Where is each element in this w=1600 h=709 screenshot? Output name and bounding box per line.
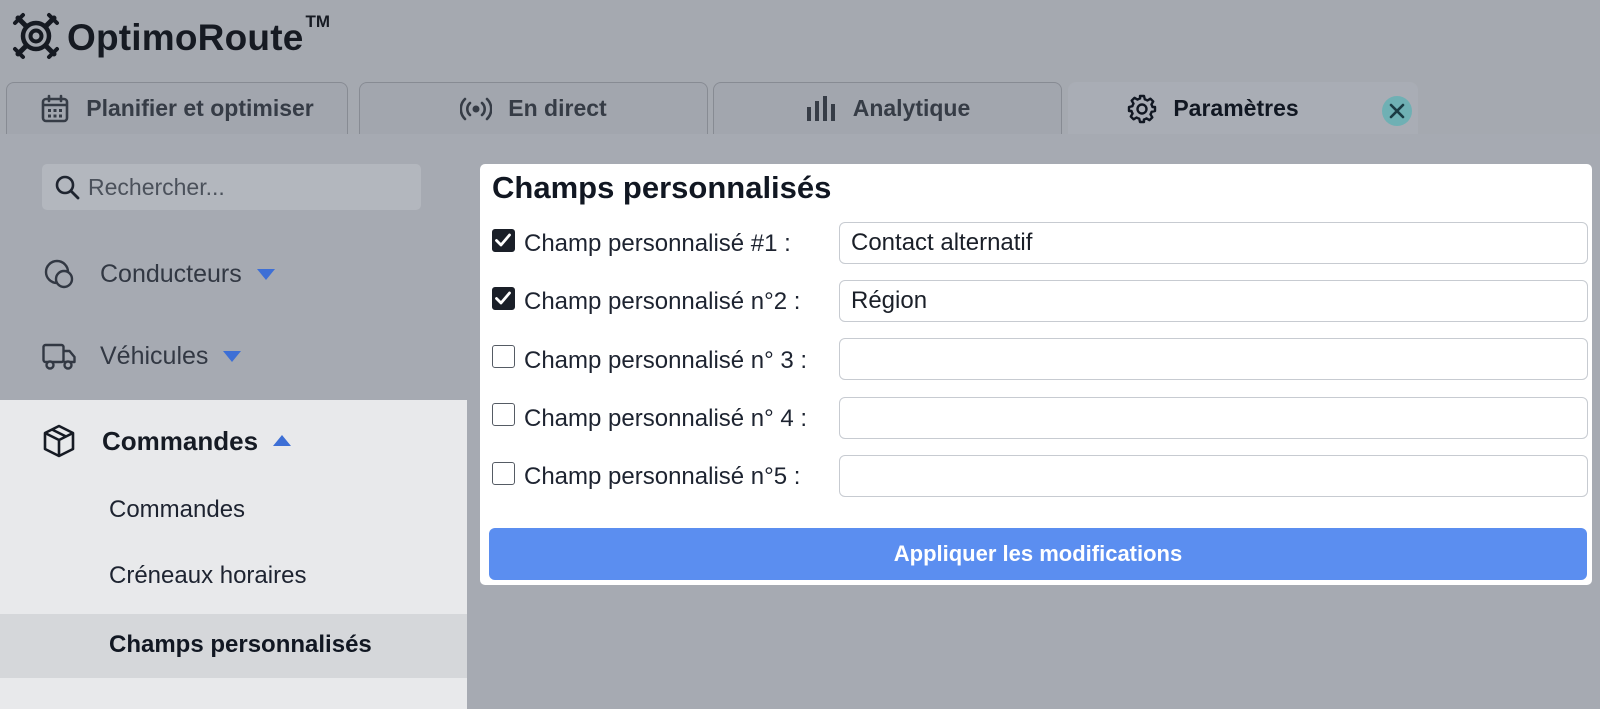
tab-label: Planifier et optimiser xyxy=(86,95,314,121)
field-4-label: Champ personnalisé n° 4 : xyxy=(524,405,808,432)
box-icon xyxy=(43,424,75,458)
field-2-label: Champ personnalisé n°2 : xyxy=(524,288,801,315)
field-4-checkbox[interactable] xyxy=(492,403,515,426)
gear-icon xyxy=(1128,94,1157,123)
tab-parametres[interactable]: Paramètres xyxy=(1068,82,1418,134)
logo-trademark: TM xyxy=(305,12,331,31)
tab-analytique[interactable]: Analytique xyxy=(713,82,1062,134)
app-header: OptimoRoute TM xyxy=(0,0,1600,74)
sidebar-item-label: Commandes xyxy=(102,425,259,456)
close-tab-button[interactable] xyxy=(1382,96,1412,126)
sidebar-subitem-champs-personnalises[interactable]: Champs personnalisés xyxy=(109,631,372,659)
apply-changes-button[interactable]: Appliquer les modifications xyxy=(489,528,1587,580)
field-3-input[interactable] xyxy=(839,338,1588,380)
caret-up-icon xyxy=(273,435,292,446)
field-3-label: Champ personnalisé n° 3 : xyxy=(524,347,808,374)
tab-label: Analytique xyxy=(852,95,971,121)
sidebar-subitem-commandes[interactable]: Commandes xyxy=(109,496,245,524)
field-5-checkbox[interactable] xyxy=(492,462,515,485)
page-title: Champs personnalisés xyxy=(492,170,832,205)
logo-text: OptimoRoute xyxy=(67,17,304,58)
sidebar-search[interactable] xyxy=(42,164,421,210)
broadcast-icon xyxy=(460,97,493,120)
field-2-checkbox[interactable] xyxy=(492,287,515,310)
field-1-checkbox[interactable] xyxy=(492,229,515,252)
close-icon xyxy=(1389,103,1405,119)
sidebar-item-commandes[interactable]: Commandes xyxy=(42,424,292,458)
sidebar-item-label: Conducteurs xyxy=(100,259,242,288)
tab-label: Paramètres xyxy=(1173,95,1299,121)
field-1-input[interactable] xyxy=(839,222,1588,264)
checkmark-icon xyxy=(495,233,511,247)
field-1-label: Champ personnalisé #1 : xyxy=(524,230,791,257)
logo[interactable]: OptimoRoute TM xyxy=(10,10,330,62)
sidebar-item-conducteurs[interactable]: Conducteurs xyxy=(42,257,276,291)
sidebar-subitem-creneaux-horaires[interactable]: Créneaux horaires xyxy=(109,562,306,590)
tab-label: En direct xyxy=(508,95,607,121)
sidebar-item-label: Véhicules xyxy=(100,341,209,370)
drivers-icon xyxy=(44,259,74,289)
tab-en-direct[interactable]: En direct xyxy=(359,82,708,134)
truck-icon xyxy=(42,343,76,370)
field-2-input[interactable] xyxy=(839,280,1588,322)
field-4-input[interactable] xyxy=(839,397,1588,439)
caret-down-icon xyxy=(223,351,242,362)
tab-planifier[interactable]: Planifier et optimiser xyxy=(6,82,348,134)
field-5-label: Champ personnalisé n°5 : xyxy=(524,463,801,490)
search-icon xyxy=(55,175,80,200)
sidebar-item-vehicules[interactable]: Véhicules xyxy=(42,341,242,371)
bar-chart-icon xyxy=(806,95,835,121)
field-5-input[interactable] xyxy=(839,455,1588,497)
caret-down-icon xyxy=(256,269,275,280)
checkmark-icon xyxy=(495,291,511,305)
optimoroute-logo-icon xyxy=(13,13,59,59)
calendar-icon xyxy=(41,94,69,122)
field-3-checkbox[interactable] xyxy=(492,345,515,368)
search-input[interactable] xyxy=(88,173,408,201)
